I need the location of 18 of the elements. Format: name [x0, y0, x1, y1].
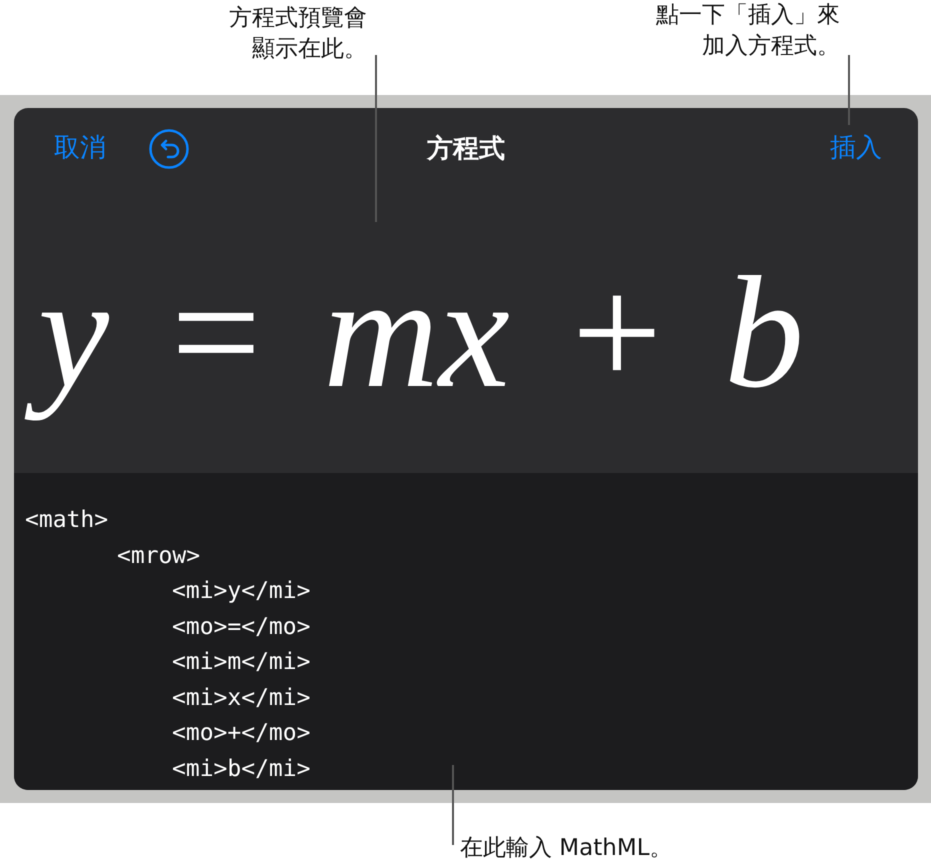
callout-text: 在此輸入 MathML。	[460, 834, 673, 863]
code-line: <mo>+</mo>	[172, 719, 310, 748]
undo-icon	[148, 128, 190, 170]
leader-line	[848, 55, 850, 125]
dialog-title: 方程式	[427, 134, 505, 164]
insert-button[interactable]: 插入	[830, 133, 882, 165]
code-line: <mi>y</mi>	[172, 577, 310, 606]
code-line: <mi>m</mi>	[172, 648, 310, 677]
code-line: <mi>x</mi>	[172, 684, 310, 712]
callout-text: 方程式預覽會 顯示在此。	[229, 4, 367, 64]
code-line: <mo>=</mo>	[172, 612, 310, 642]
code-line: <mi>b</mi>	[172, 754, 310, 784]
callout-text: 點一下「插入」來 加入方程式。	[656, 1, 840, 61]
undo-button[interactable]	[148, 128, 190, 170]
code-line: <math>	[25, 506, 108, 535]
code-line: <mrow>	[117, 542, 200, 570]
cancel-button[interactable]: 取消	[54, 133, 106, 165]
mathml-editor[interactable]: <math> <mrow> <mi>y</mi> <mo>=</mo> <mi>m</mi> <mi>x</mi> <mo>+</mo> <mi>b</mi>	[14, 473, 918, 790]
